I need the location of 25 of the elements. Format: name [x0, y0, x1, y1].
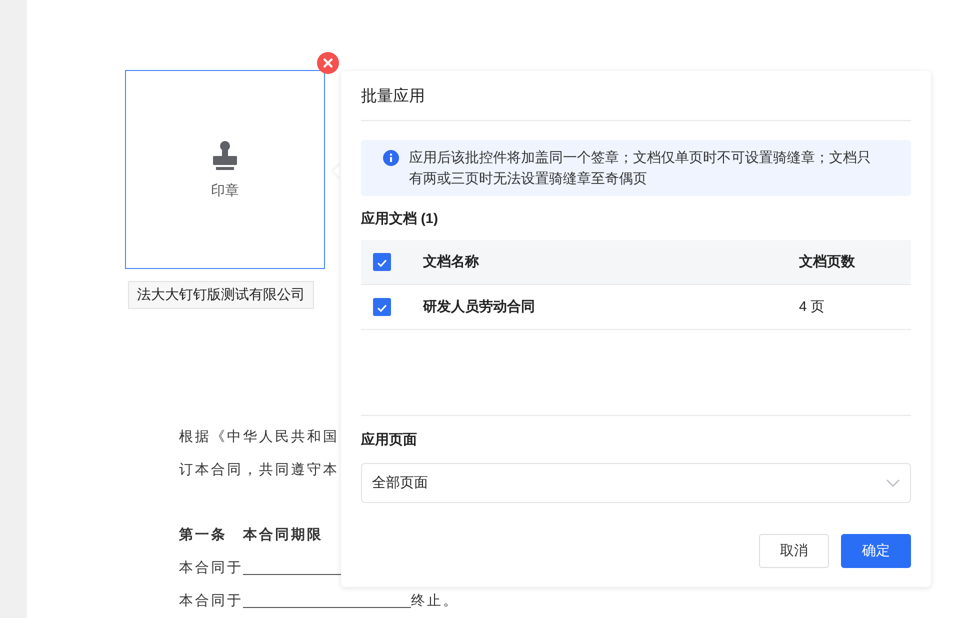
confirm-button[interactable]: 确定: [841, 534, 911, 568]
document-text: 订本合同，共同遵守本: [179, 461, 339, 480]
select-all-checkbox[interactable]: [373, 253, 391, 271]
seal-placeholder[interactable]: 印章: [125, 70, 325, 269]
page-select[interactable]: 全部页面: [361, 463, 911, 503]
table-cell-text: 4 页: [799, 298, 826, 316]
section-heading: 应用页面: [361, 431, 418, 449]
document-text: 终止。: [411, 592, 459, 611]
section-heading: 应用文档 (1): [361, 210, 439, 228]
document-text: 本合同于: [179, 560, 243, 578]
dialog-title: 批量应用: [361, 71, 911, 121]
column-header: 文档名称: [423, 253, 480, 271]
seal-label: 印章: [211, 182, 239, 200]
document-text: 根据《中华人民共和国: [179, 428, 339, 447]
company-tag: 法大大钉钉版测试有限公司: [128, 281, 314, 309]
close-icon[interactable]: [317, 52, 339, 74]
row-checkbox[interactable]: [373, 298, 391, 316]
info-icon: [383, 150, 399, 166]
chevron-down-icon: [886, 479, 900, 487]
table-cell-text: 研发人员劳动合同: [423, 298, 536, 316]
column-header: 文档页数: [799, 253, 856, 271]
document-text: 本合同于: [179, 592, 243, 611]
notice-text: 应用后该批控件将加盖同一个签章；文档仅单页时不可设置骑缝章；文档只有两或三页时无法设置骑缝章至奇偶页: [409, 148, 872, 188]
clause-heading: 第一条 本合同期限: [179, 526, 323, 545]
cancel-button[interactable]: 取消: [759, 534, 829, 568]
